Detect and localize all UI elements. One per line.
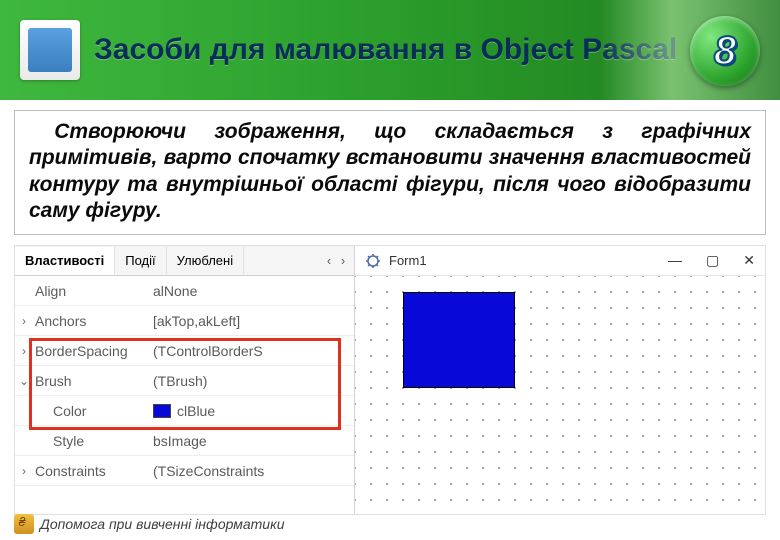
collapse-icon[interactable]: ⌄	[15, 374, 33, 388]
prop-value-text: clBlue	[177, 403, 215, 419]
prop-name: Align	[33, 283, 153, 299]
prop-name: Anchors	[33, 313, 153, 329]
prop-value[interactable]: (TBrush)	[153, 373, 354, 389]
expand-icon[interactable]: ›	[15, 464, 33, 478]
tab-scroll-left-icon[interactable]: ‹	[322, 253, 336, 268]
form-titlebar: Form1 — ▢ ✕	[355, 246, 765, 276]
form-designer: Form1 — ▢ ✕	[355, 246, 765, 514]
shape-rectangle[interactable]	[403, 292, 515, 388]
prop-value[interactable]: (TSizeConstraints	[153, 463, 354, 479]
ide-screenshot: Властивості Події Улюблені ‹ › Align alN…	[14, 245, 766, 515]
window-controls: — ▢ ✕	[668, 252, 755, 269]
form-gear-icon	[365, 253, 381, 269]
tab-scroll-controls: ‹ ›	[322, 253, 354, 268]
tab-events[interactable]: Події	[115, 247, 166, 274]
prop-value[interactable]: [akTop,akLeft]	[153, 313, 354, 329]
footer-text: Допомога при вивченні інформатики	[40, 516, 284, 532]
form-title: Form1	[389, 253, 427, 268]
tab-favorites[interactable]: Улюблені	[167, 247, 244, 274]
prop-name: Constraints	[33, 463, 153, 479]
design-canvas[interactable]	[355, 276, 765, 514]
prop-row-brush[interactable]: ⌄ Brush (TBrush)	[15, 366, 354, 396]
property-grid: Align alNone › Anchors [akTop,akLeft] › …	[15, 276, 354, 486]
slide-title: Засоби для малювання в Object Pascal	[94, 33, 677, 68]
slide-header: Засоби для малювання в Object Pascal 8	[0, 0, 780, 100]
expand-icon[interactable]: ›	[15, 314, 33, 328]
inspector-tabs: Властивості Події Улюблені ‹ ›	[15, 246, 354, 276]
header-decorative-icon	[20, 20, 80, 80]
prop-row-align[interactable]: Align alNone	[15, 276, 354, 306]
footer: Допомога при вивченні інформатики	[14, 514, 284, 534]
object-inspector: Властивості Події Улюблені ‹ › Align alN…	[15, 246, 355, 514]
close-button[interactable]: ✕	[743, 252, 755, 269]
prop-name: Brush	[33, 373, 153, 389]
prop-value[interactable]: (TControlBorderS	[153, 343, 354, 359]
prop-value[interactable]: bsImage	[153, 433, 354, 449]
description-box: Створюючи зображення, що складається з г…	[14, 110, 766, 235]
footer-book-icon	[14, 514, 34, 534]
slide-number-badge: 8	[690, 16, 760, 86]
maximize-button[interactable]: ▢	[706, 252, 719, 269]
slide-number: 8	[714, 29, 736, 74]
prop-value[interactable]: clBlue	[153, 403, 354, 419]
prop-row-brush-style[interactable]: Style bsImage	[15, 426, 354, 456]
prop-name: Color	[33, 403, 153, 419]
prop-name: BorderSpacing	[33, 343, 153, 359]
prop-value[interactable]: alNone	[153, 283, 354, 299]
tab-properties[interactable]: Властивості	[15, 247, 115, 275]
prop-row-anchors[interactable]: › Anchors [akTop,akLeft]	[15, 306, 354, 336]
prop-row-borderspacing[interactable]: › BorderSpacing (TControlBorderS	[15, 336, 354, 366]
color-swatch-icon	[153, 404, 171, 418]
description-text: Створюючи зображення, що складається з г…	[29, 119, 751, 224]
minimize-button[interactable]: —	[668, 252, 682, 269]
tab-scroll-right-icon[interactable]: ›	[336, 253, 350, 268]
expand-icon[interactable]: ›	[15, 344, 33, 358]
prop-row-brush-color[interactable]: Color clBlue	[15, 396, 354, 426]
prop-row-constraints[interactable]: › Constraints (TSizeConstraints	[15, 456, 354, 486]
prop-name: Style	[33, 433, 153, 449]
